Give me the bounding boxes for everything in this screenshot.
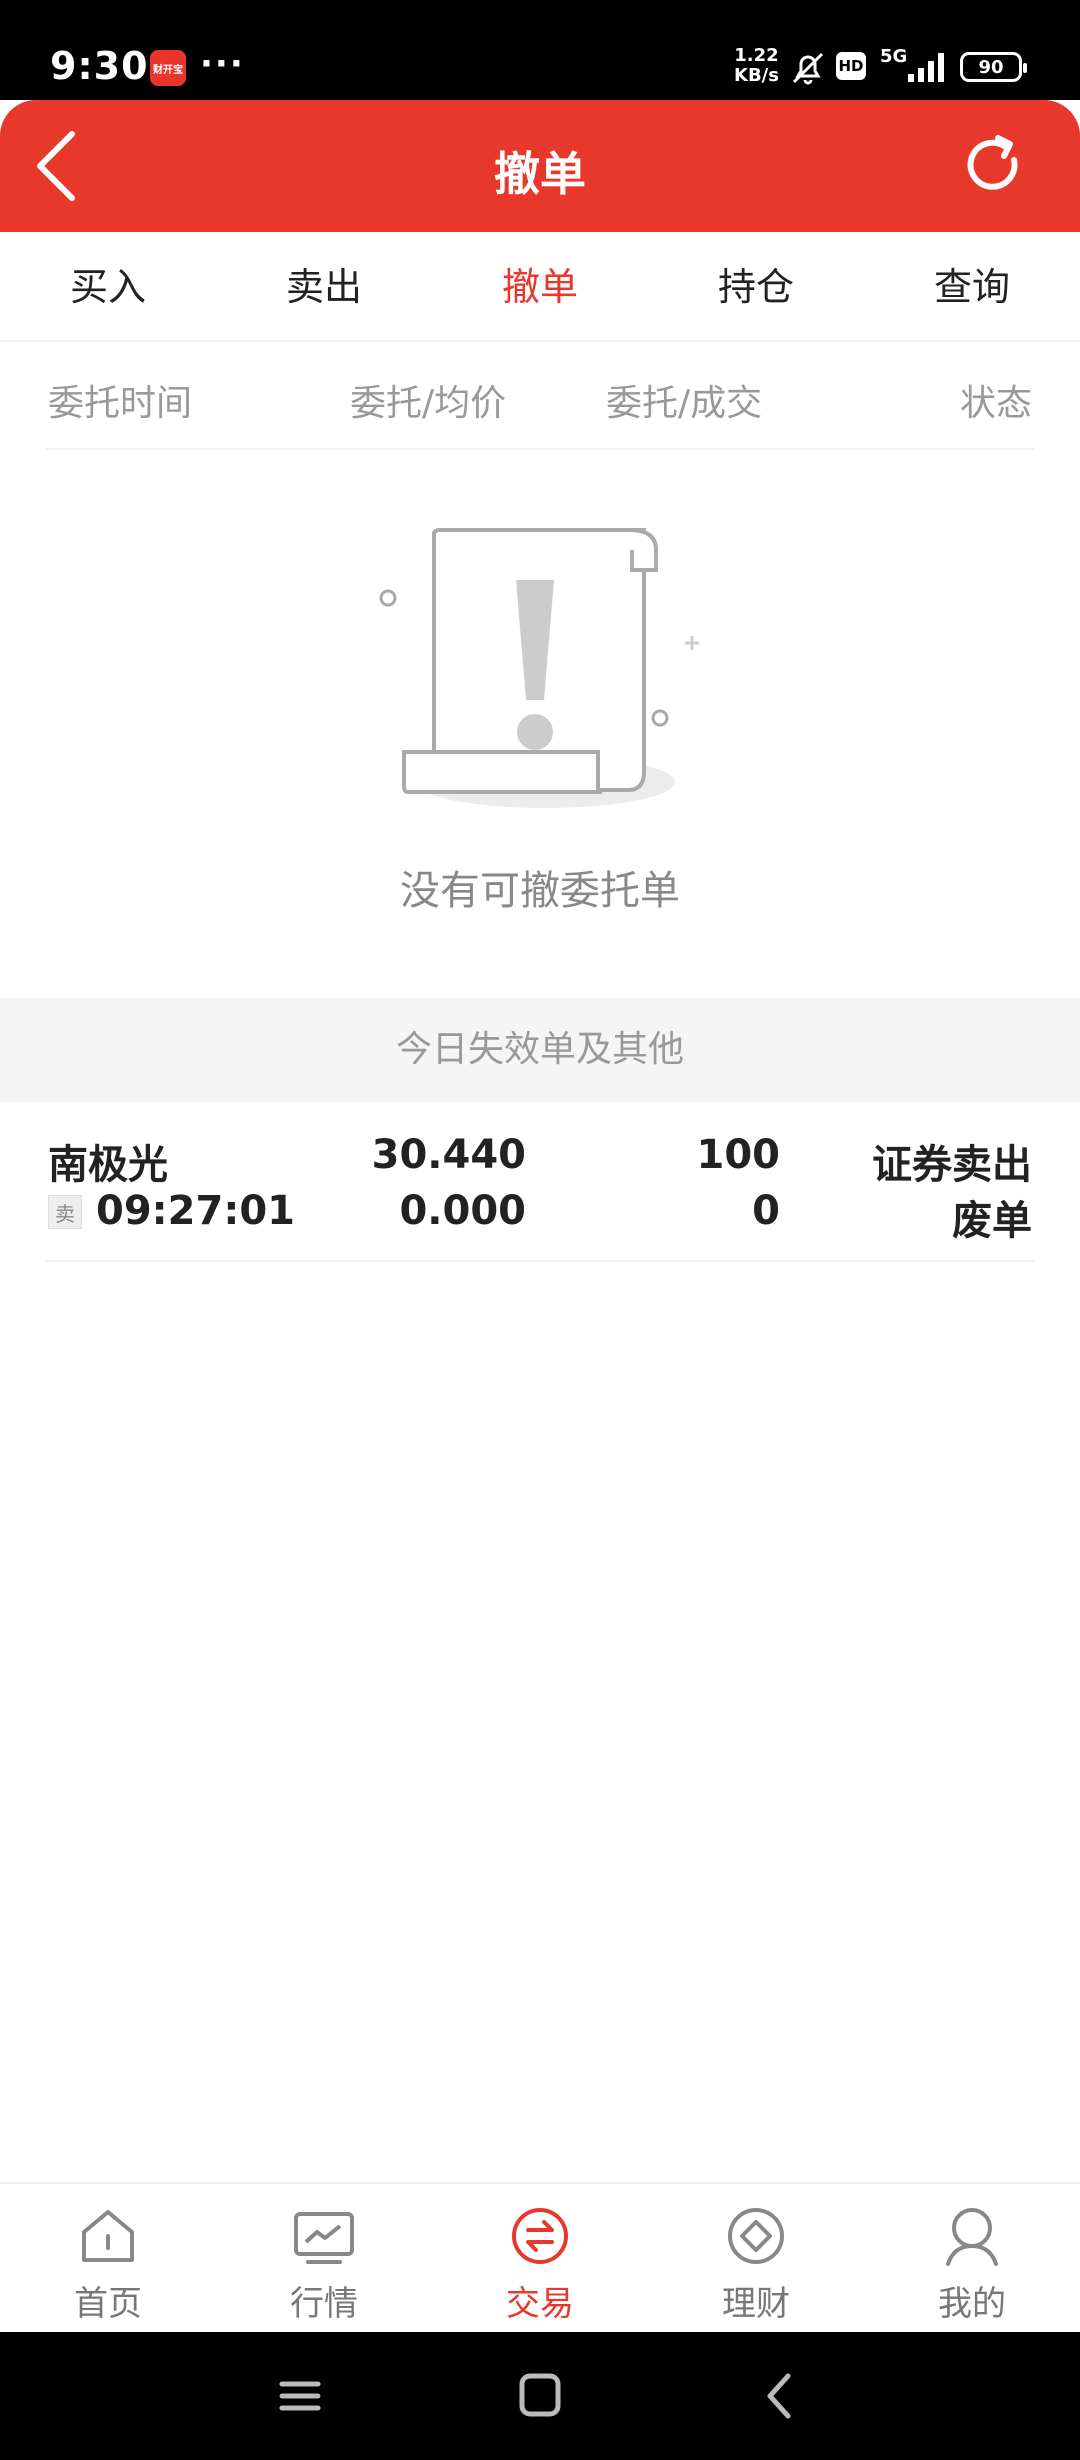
nav-trade-label: 交易 [506, 2284, 574, 2324]
stock-name: 南极光 [48, 1142, 168, 1188]
profile-icon [946, 2208, 998, 2266]
tab-cancel-order[interactable]: 撤单 [432, 232, 648, 340]
mute-bell-icon [792, 52, 824, 85]
battery-icon: 90 [960, 52, 1027, 82]
col-status: 状态 [959, 383, 1032, 424]
nav-wealth[interactable]: 理财 [648, 2184, 864, 2332]
nav-profile-label: 我的 [938, 2284, 1006, 2324]
app-notification-icon: 财开宝 [150, 50, 186, 86]
back-triangle-icon[interactable] [750, 2370, 810, 2422]
home-icon [82, 2210, 134, 2262]
bottom-nav: 首页 行情 交易 理财 我的 [0, 2182, 1080, 2332]
order-column-header: 委托时间 委托/均价 委托/成交 状态 [46, 342, 1034, 450]
order-price: 30.440 [371, 1132, 526, 1178]
net-speed-value: 1.22 [734, 45, 779, 66]
system-nav-bar [0, 2332, 1080, 2460]
nav-wealth-label: 理财 [722, 2284, 790, 2324]
trade-exchange-icon [512, 2208, 568, 2264]
net-speed: 1.22 KB/s [734, 46, 779, 86]
net-speed-unit: KB/s [734, 65, 779, 86]
market-chart-icon [294, 2212, 354, 2264]
order-status: 废单 [952, 1198, 1032, 1244]
signal-icon [908, 53, 944, 82]
app-icon-text: 财开宝 [153, 64, 183, 76]
refresh-icon[interactable] [958, 130, 1028, 200]
col-order-qty: 委托/成交 [606, 383, 763, 424]
wealth-diamond-icon [728, 2208, 784, 2264]
order-type: 证券卖出 [872, 1142, 1032, 1188]
status-time: 9:30 [50, 44, 149, 88]
menu-icon[interactable] [270, 2370, 330, 2422]
sell-side-badge: 卖 [48, 1195, 82, 1229]
deal-qty: 0 [752, 1188, 780, 1234]
nav-profile[interactable]: 我的 [864, 2184, 1080, 2332]
tab-buy[interactable]: 买入 [0, 232, 216, 340]
nav-home[interactable]: 首页 [0, 2184, 216, 2332]
empty-document-icon [379, 528, 699, 808]
avg-price: 0.000 [399, 1188, 526, 1234]
tab-sell[interactable]: 卖出 [216, 232, 432, 340]
col-order-time: 委托时间 [48, 383, 193, 424]
order-time: 09:27:01 [96, 1188, 295, 1234]
app-header: 撤单 [0, 100, 1080, 232]
col-order-price: 委托/均价 [350, 383, 507, 424]
network-type: 5G [880, 46, 908, 67]
empty-state-message: 没有可撤委托单 [400, 868, 680, 914]
nav-market[interactable]: 行情 [216, 2184, 432, 2332]
hd-voice-icon: HD [836, 52, 866, 80]
table-row[interactable]: 南极光 卖 09:27:01 30.440 0.000 100 0 证券卖出 废… [46, 1102, 1034, 1262]
more-notifications-icon: ··· [200, 44, 245, 84]
section-title: 今日失效单及其他 [0, 998, 1080, 1102]
home-square-icon[interactable] [510, 2370, 570, 2422]
tab-positions[interactable]: 持仓 [648, 232, 864, 340]
page-title: 撤单 [494, 147, 586, 201]
nav-home-label: 首页 [74, 2284, 142, 2324]
tab-query[interactable]: 查询 [864, 232, 1080, 340]
trade-tabs: 买入 卖出 撤单 持仓 查询 [0, 232, 1080, 342]
status-bar: 9:30 财开宝 ··· 1.22 KB/s HD 5G 90 [0, 0, 1080, 100]
order-qty: 100 [696, 1132, 781, 1178]
battery-level: 90 [978, 56, 1004, 78]
nav-trade[interactable]: 交易 [432, 2184, 648, 2332]
nav-market-label: 行情 [290, 2284, 358, 2324]
